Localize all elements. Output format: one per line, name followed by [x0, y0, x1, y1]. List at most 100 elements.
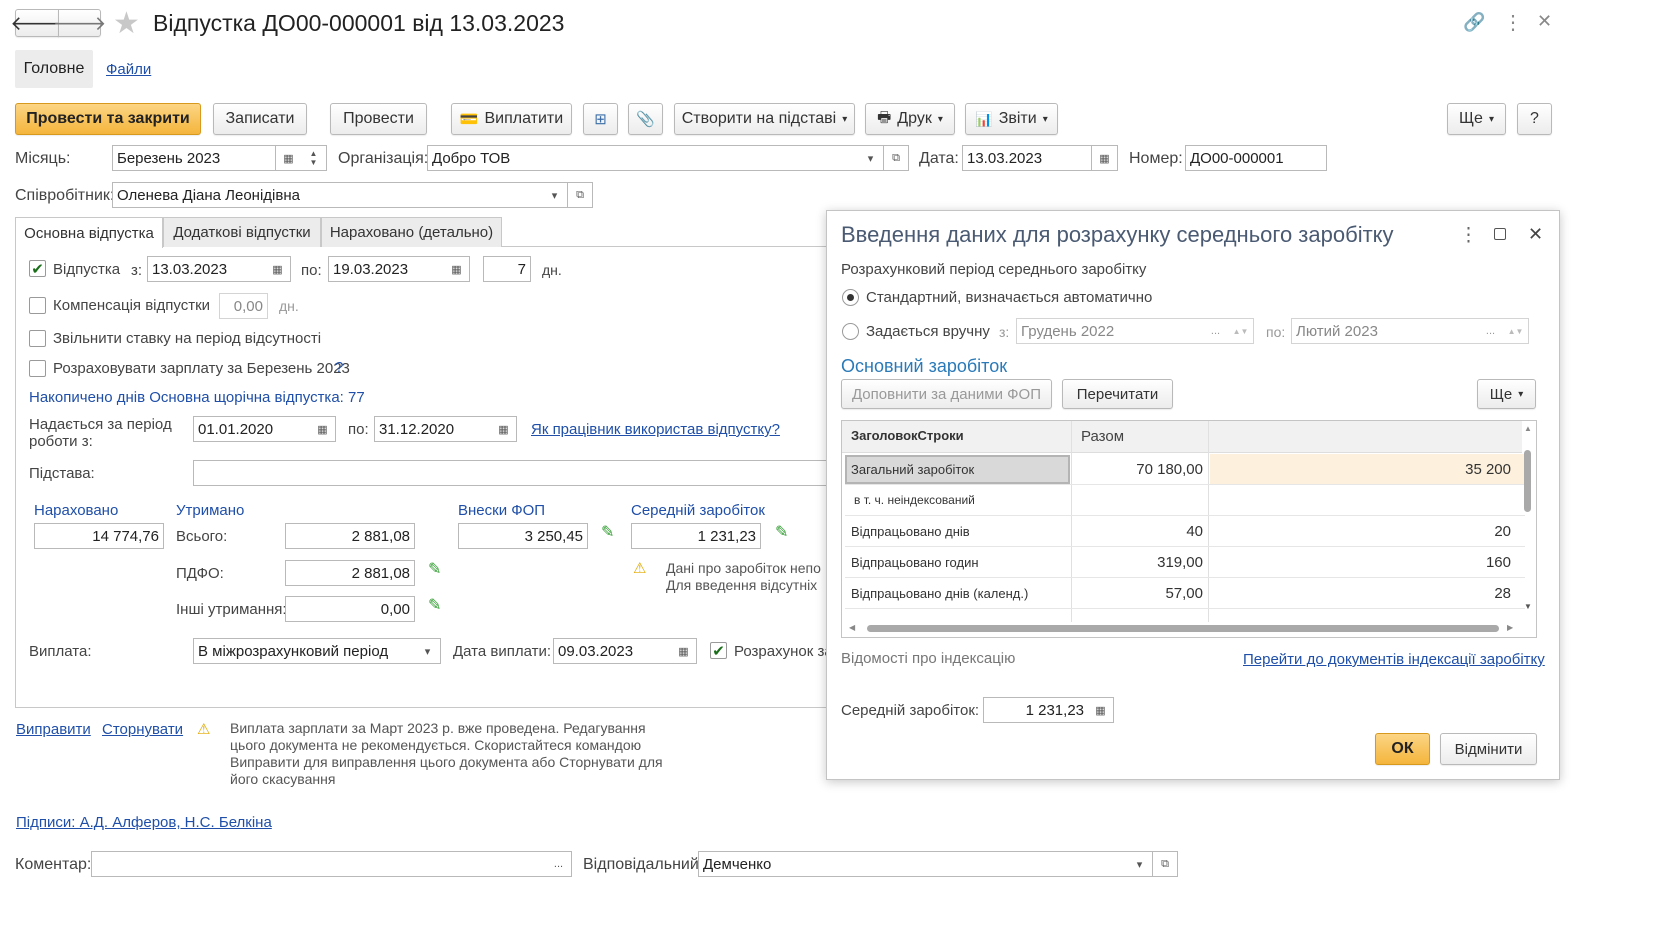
calendar-icon[interactable]: ▦ — [276, 145, 302, 171]
date-field[interactable]: 13.03.2023 — [962, 145, 1092, 171]
accrued-title[interactable]: Нараховано — [34, 502, 118, 519]
tab-accrued-detailed[interactable]: Нараховано (детально) — [321, 217, 502, 247]
create-based-button[interactable]: Створити на підставі ▾ — [674, 103, 855, 135]
table-row[interactable]: Відпрацьовано годин 319,00 160 — [845, 547, 1525, 578]
calendar-icon[interactable]: ▦ — [491, 416, 517, 442]
save-button[interactable]: Записати — [213, 103, 307, 135]
dropdown-icon[interactable]: ▾ — [542, 182, 568, 208]
basis-field[interactable] — [193, 460, 833, 486]
scroll-right-icon[interactable]: ▶ — [1507, 623, 1513, 632]
vacation-checkbox[interactable]: ✔ — [29, 260, 46, 278]
tab-files[interactable]: Файли — [106, 61, 151, 78]
scroll-thumb[interactable] — [867, 625, 1499, 632]
reports-button[interactable]: 📊 Звіти ▾ — [965, 103, 1058, 135]
signatures-link[interactable]: Підписи: А.Д. Алферов, Н.С. Белкіна — [16, 814, 272, 831]
help-button[interactable]: ? — [1517, 103, 1552, 135]
grid-horizontal-scrollbar[interactable]: ◀ ▶ — [845, 622, 1521, 634]
more-dots-icon[interactable]: ... — [1478, 318, 1504, 344]
grid-header-name[interactable]: ЗаголовокСтроки — [851, 428, 964, 443]
reread-button[interactable]: Перечитати — [1062, 379, 1173, 409]
period-from-field[interactable]: 01.01.2020 — [193, 416, 311, 442]
structure-button[interactable]: ⊞ — [583, 103, 618, 135]
tab-main-vacation[interactable]: Основна відпустка — [15, 217, 163, 248]
calc-checkbox[interactable]: ✔ — [710, 642, 727, 660]
manual-radio[interactable] — [842, 323, 859, 340]
compensation-checkbox[interactable] — [29, 297, 46, 314]
payment-field[interactable]: В міжрозрахунковий період — [193, 638, 416, 664]
withheld-title[interactable]: Утримано — [176, 502, 244, 519]
scroll-thumb[interactable] — [1524, 450, 1531, 512]
pay-button[interactable]: 💳 Виплатити — [451, 103, 572, 135]
scroll-down-icon[interactable]: ▼ — [1524, 602, 1532, 611]
scroll-up-icon[interactable]: ▲ — [1524, 424, 1532, 433]
vacation-to-field[interactable]: 19.03.2023 — [328, 256, 445, 282]
table-row[interactable]: Відпрацьовано днів (календ.) 57,00 28 — [845, 578, 1525, 609]
grid-vertical-scrollbar[interactable]: ▲ ▼ — [1522, 424, 1534, 622]
compensation-days-field[interactable]: 0,00 — [219, 293, 268, 319]
dropdown-icon[interactable]: ▾ — [858, 145, 884, 171]
standard-radio[interactable] — [842, 289, 859, 306]
calendar-icon[interactable]: ▦ — [1092, 145, 1118, 171]
release-rate-checkbox[interactable] — [29, 330, 46, 347]
tab-additional[interactable]: Додаткові відпустки — [163, 217, 321, 247]
ok-button[interactable]: ОК — [1375, 733, 1430, 765]
edit-pencil-icon[interactable]: ✎ — [428, 559, 441, 579]
cancel-button[interactable]: Відмінити — [1440, 733, 1537, 765]
open-icon[interactable]: ⧉ — [567, 182, 593, 208]
more-dots-icon[interactable]: ... — [1203, 318, 1229, 344]
vacation-usage-link[interactable]: Як працівник використав відпустку? — [531, 421, 780, 438]
vacation-from-field[interactable]: 13.03.2023 — [147, 256, 266, 282]
forward-button[interactable]: 🡒 — [53, 9, 106, 37]
table-row[interactable]: в т. ч. неіндексований — [845, 485, 1525, 516]
dlg-more-button[interactable]: Ще ▾ — [1477, 379, 1536, 409]
close-icon[interactable]: ✕ — [1528, 224, 1543, 245]
table-row[interactable]: Загальний заробіток 70 180,00 35 200 — [845, 454, 1525, 485]
more-dots-icon[interactable]: ... — [546, 851, 572, 877]
favorite-star-icon[interactable]: ★ — [113, 6, 140, 41]
maximize-icon[interactable] — [1494, 227, 1506, 244]
period-to-field[interactable]: 31.12.2020 — [374, 416, 492, 442]
month-field[interactable]: Березень 2023 — [112, 145, 276, 171]
dlg-avg-field[interactable]: 1 231,23 — [983, 697, 1089, 723]
edit-pencil-icon[interactable]: ✎ — [601, 522, 614, 542]
scroll-left-icon[interactable]: ◀ — [849, 623, 855, 632]
print-button[interactable]: 🖶 Друк ▾ — [865, 103, 955, 135]
responsible-field[interactable]: Демченко — [698, 851, 1128, 877]
kebab-menu-icon[interactable]: ⋮ — [1503, 10, 1523, 35]
pay-date-field[interactable]: 09.03.2023 — [553, 638, 672, 664]
calendar-icon[interactable]: ▦ — [310, 416, 336, 442]
fill-fop-button[interactable]: Доповнити за даними ФОП — [841, 379, 1052, 409]
dlg-from-field[interactable]: Грудень 2022 — [1016, 318, 1204, 344]
dropdown-icon[interactable]: ▾ — [1127, 851, 1153, 877]
calculator-icon[interactable]: ▦ — [1088, 697, 1114, 723]
open-icon[interactable]: ⧉ — [1152, 851, 1178, 877]
calc-salary-checkbox[interactable] — [29, 360, 46, 377]
vacation-days-field[interactable]: 7 — [483, 256, 531, 282]
open-icon[interactable]: ⧉ — [883, 145, 909, 171]
dropdown-icon[interactable]: ▾ — [415, 638, 441, 664]
calendar-icon[interactable]: ▦ — [444, 256, 470, 282]
kebab-menu-icon[interactable]: ⋮ — [1459, 224, 1478, 247]
avg-earnings-title[interactable]: Середній заробіток — [631, 502, 765, 519]
help-question-icon[interactable]: ? — [335, 359, 343, 376]
fop-title[interactable]: Внески ФОП — [458, 502, 545, 519]
comment-field[interactable] — [91, 851, 547, 877]
post-button[interactable]: Провести — [330, 103, 427, 135]
calendar-icon[interactable]: ▦ — [265, 256, 291, 282]
tab-main[interactable]: Головне — [15, 50, 93, 88]
org-field[interactable]: Добро ТОВ — [427, 145, 859, 171]
indexing-docs-link[interactable]: Перейти до документів індексації заробіт… — [1243, 651, 1545, 668]
spin-icon[interactable]: ▲▼ — [1503, 318, 1529, 344]
number-field[interactable]: ДО00-000001 — [1185, 145, 1327, 171]
more-button[interactable]: Ще ▾ — [1447, 103, 1506, 135]
storno-link[interactable]: Сторнувати — [102, 721, 183, 738]
edit-pencil-icon[interactable]: ✎ — [428, 595, 441, 615]
employee-field[interactable]: Оленева Діана Леонідівна — [112, 182, 543, 208]
link-icon[interactable]: 🔗 — [1463, 12, 1485, 33]
dlg-to-field[interactable]: Лютий 2023 — [1291, 318, 1479, 344]
table-row[interactable]: Відпрацьовано днів 40 20 — [845, 516, 1525, 547]
attach-button[interactable]: 📎 — [628, 103, 663, 135]
edit-pencil-icon[interactable]: ✎ — [775, 522, 788, 542]
calendar-icon[interactable]: ▦ — [671, 638, 697, 664]
fix-link[interactable]: Виправити — [16, 721, 91, 738]
